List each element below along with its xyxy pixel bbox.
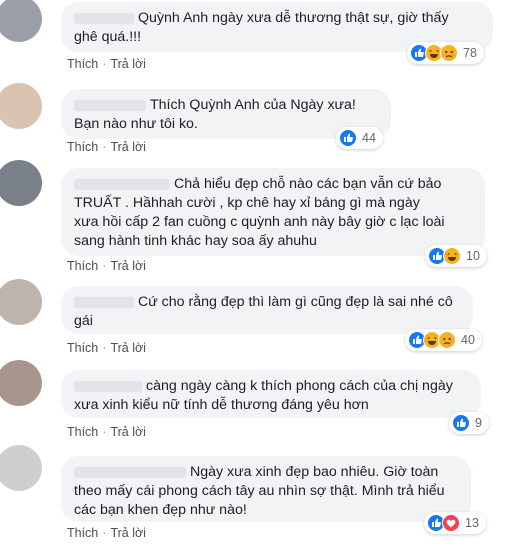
avatar[interactable] — [0, 0, 42, 42]
commenter-name[interactable] — [74, 380, 142, 392]
reply-link[interactable]: Trả lời — [110, 57, 146, 71]
reaction-count: 9 — [475, 416, 482, 430]
commenter-name[interactable] — [74, 12, 134, 24]
avatar[interactable] — [0, 360, 42, 406]
sad-icon — [438, 331, 456, 349]
comment-bubble: Chả hiểu đẹp chỗ nào các bạn vẫn cứ bảo … — [61, 168, 485, 256]
like-link[interactable]: Thích — [67, 140, 98, 154]
reply-link[interactable]: Trả lời — [110, 140, 146, 154]
commenter-name[interactable] — [74, 466, 186, 478]
avatar[interactable] — [0, 83, 42, 129]
comment-actions: Thích · Trả lời — [67, 341, 146, 355]
separator: · — [102, 259, 107, 273]
like-icon — [410, 44, 428, 62]
like-icon — [408, 331, 426, 349]
reaction-count: 44 — [362, 131, 376, 145]
haha-icon — [425, 44, 443, 62]
comment-actions: Thích · Trả lời — [67, 259, 146, 273]
haha-icon — [443, 247, 461, 265]
like-link[interactable]: Thích — [67, 341, 98, 355]
like-link[interactable]: Thích — [67, 425, 98, 439]
like-link[interactable]: Thích — [67, 259, 98, 273]
comment-bubble: càng ngày càng k thích phong cách của ch… — [61, 370, 481, 418]
avatar[interactable] — [0, 279, 42, 325]
avatar[interactable] — [0, 160, 42, 206]
haha-icon — [423, 331, 441, 349]
like-link[interactable]: Thích — [67, 526, 98, 540]
comment-actions: Thích · Trả lời — [67, 140, 146, 154]
like-icon — [452, 414, 470, 432]
reaction-summary[interactable]: 44 — [336, 127, 383, 149]
avatar[interactable] — [0, 445, 42, 491]
reaction-summary[interactable]: 78 — [407, 42, 484, 64]
reaction-count: 13 — [465, 516, 479, 530]
reply-link[interactable]: Trả lời — [110, 526, 146, 540]
reply-link[interactable]: Trả lời — [110, 425, 146, 439]
like-icon — [427, 514, 445, 532]
comment-bubble: Cứ cho rằng đẹp thì làm gì cũng đẹp là s… — [61, 286, 473, 334]
commenter-name[interactable] — [74, 178, 170, 190]
reply-link[interactable]: Trả lời — [110, 341, 146, 355]
reaction-summary[interactable]: 40 — [405, 329, 482, 351]
like-icon — [339, 129, 357, 147]
commenter-name[interactable] — [74, 296, 134, 308]
separator: · — [102, 57, 107, 71]
reaction-count: 40 — [461, 333, 475, 347]
commenter-name[interactable] — [74, 99, 146, 111]
reply-link[interactable]: Trả lời — [110, 259, 146, 273]
love-icon — [442, 514, 460, 532]
reaction-summary[interactable]: 13 — [424, 512, 486, 534]
comment-actions: Thích · Trả lời — [67, 526, 146, 540]
like-icon — [428, 247, 446, 265]
comment-bubble: Ngày xưa xinh đẹp bao nhiêu. Giờ toàn th… — [61, 456, 471, 522]
separator: · — [102, 341, 107, 355]
comment-actions: Thích · Trả lời — [67, 57, 146, 71]
separator: · — [102, 425, 107, 439]
reaction-count: 78 — [463, 46, 477, 60]
reaction-summary[interactable]: 9 — [449, 412, 489, 434]
reaction-summary[interactable]: 10 — [425, 245, 487, 267]
separator: · — [102, 140, 107, 154]
like-link[interactable]: Thích — [67, 57, 98, 71]
separator: · — [102, 526, 107, 540]
reaction-count: 10 — [466, 249, 480, 263]
sad-icon — [440, 44, 458, 62]
comment-actions: Thích · Trả lời — [67, 425, 146, 439]
